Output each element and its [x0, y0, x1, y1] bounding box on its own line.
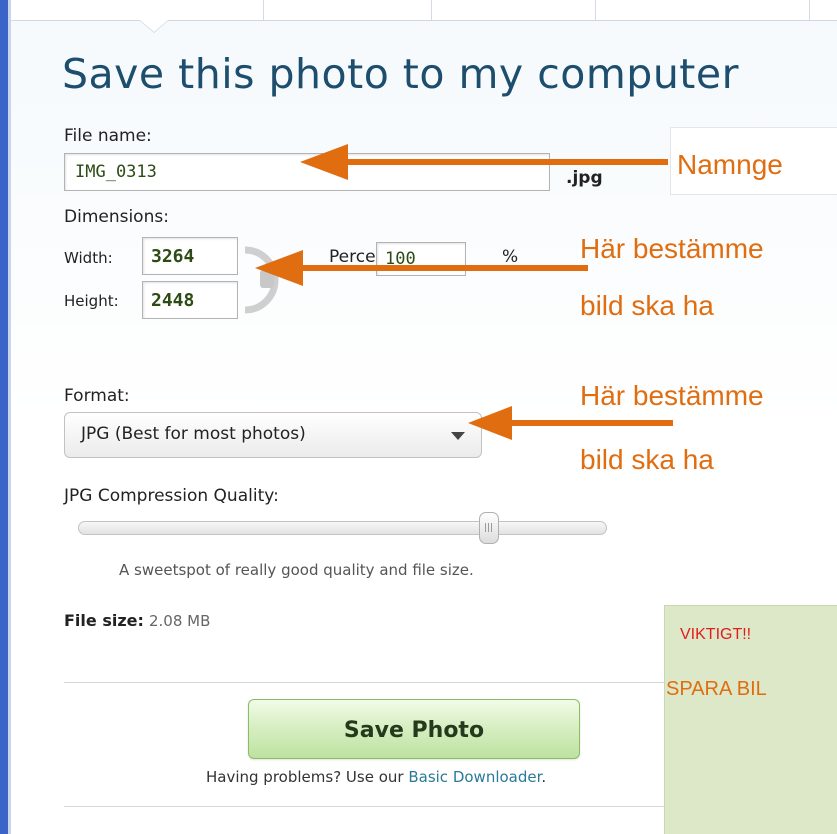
arrow-3	[468, 406, 673, 440]
annotation-arrows	[255, 144, 673, 440]
arrow-2	[255, 250, 588, 286]
save-photo-page: Save this photo to my computer File name…	[0, 0, 837, 834]
arrow-1	[300, 144, 668, 180]
